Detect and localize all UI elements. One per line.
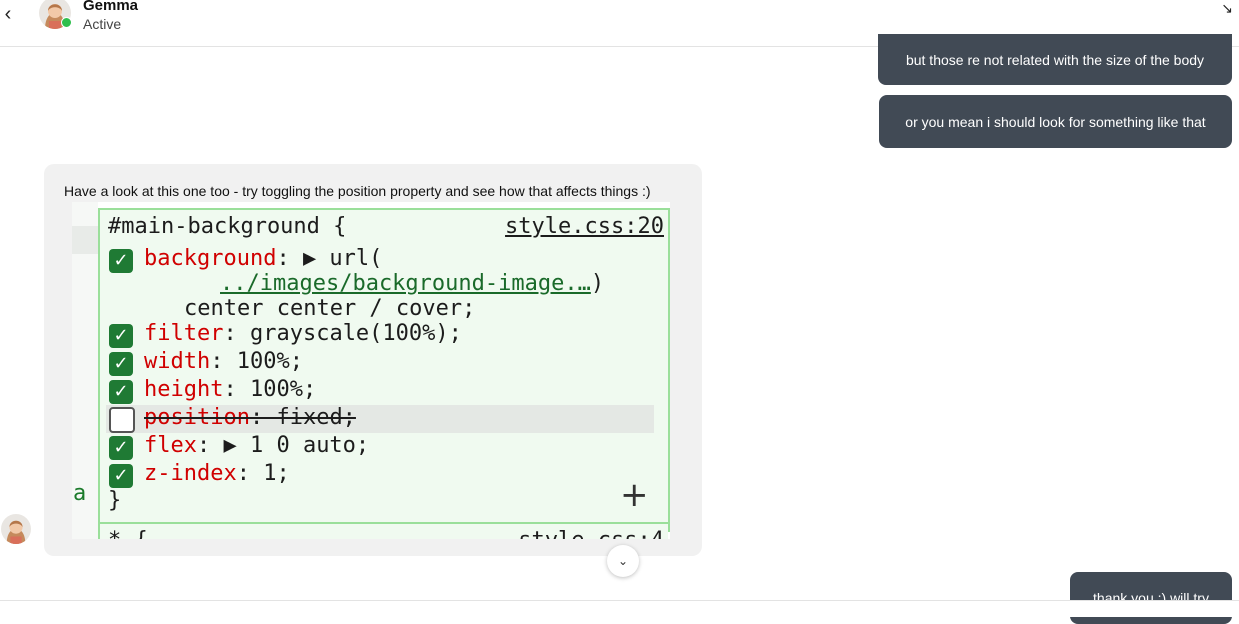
declaration-continuation: center center / cover; [184, 296, 476, 321]
contact-status: Active [83, 16, 122, 32]
url-link: ../images/background-image.… [220, 271, 591, 296]
message-text: but those re not related with the size o… [905, 51, 1205, 68]
checkbox-checked: ✓ [109, 464, 133, 488]
gutter-char: a [73, 481, 87, 506]
closing-brace: } [108, 488, 122, 513]
url-close: ) [590, 271, 605, 296]
next-source-link: style.css:4 [518, 528, 664, 539]
property-value: : 1; [236, 461, 290, 486]
checkbox-checked: ✓ [109, 249, 133, 273]
property-name: filter [144, 321, 224, 346]
declaration: background: ▶ url( [144, 246, 382, 271]
property-value: : 100%; [210, 349, 303, 374]
contact-name: Gemma [83, 0, 139, 14]
chevron-down-icon: ⌄ [617, 554, 629, 568]
property-value: : ▶ 1 0 auto; [196, 433, 370, 458]
declaration: z-index: 1; [144, 461, 290, 486]
chevron-left-icon[interactable]: ‹ [0, 4, 16, 24]
plus-icon: + [620, 475, 649, 515]
message-text: Have a look at this one too - try toggli… [64, 183, 651, 199]
outgoing-message: or you mean i should look for something … [879, 95, 1232, 148]
checkbox-checked: ✓ [109, 436, 133, 460]
declaration-continuation: ../images/background-image.…) [220, 271, 604, 296]
declaration: flex: ▶ 1 0 auto; [144, 433, 369, 458]
css-selector: #main-background { [108, 214, 347, 239]
declaration: height: 100%; [144, 377, 316, 402]
property-value: : ▶ url( [276, 246, 383, 271]
property-name: z-index [144, 461, 237, 486]
property-name: width [144, 349, 211, 374]
declaration-disabled: position: fixed; [144, 405, 356, 430]
outgoing-message: but those re not related with the size o… [878, 34, 1232, 85]
source-link: style.css:20 [505, 214, 664, 239]
checkbox-unchecked [109, 407, 135, 433]
property-name: background [144, 246, 277, 271]
message-text: or you mean i should look for something … [905, 113, 1206, 130]
property-name: height [144, 377, 224, 402]
devtools-screenshot[interactable]: a #main-background { style.css:20 ✓ back… [72, 202, 670, 539]
gutter-highlight [72, 226, 98, 254]
checkbox-checked: ✓ [109, 324, 133, 348]
property-name: position [144, 405, 250, 430]
incoming-message: Have a look at this one too - try toggli… [44, 164, 702, 556]
diagonal-arrow-icon[interactable]: ↘ [1221, 0, 1233, 17]
avatar[interactable] [1, 514, 31, 544]
checkbox-checked: ✓ [109, 352, 133, 376]
declaration: width: 100%; [144, 349, 303, 374]
property-value: : fixed; [249, 405, 356, 430]
property-value: : 100%; [223, 377, 317, 402]
online-status-dot [61, 17, 72, 28]
scroll-down-button[interactable]: ⌄ [607, 545, 639, 577]
checkbox-checked: ✓ [109, 380, 133, 404]
declaration: filter: grayscale(100%); [144, 321, 462, 346]
property-name: flex [144, 433, 197, 458]
next-css-selector: * { [108, 528, 148, 539]
composer-area[interactable] [0, 601, 1239, 617]
property-value: : grayscale(100%); [223, 321, 462, 346]
